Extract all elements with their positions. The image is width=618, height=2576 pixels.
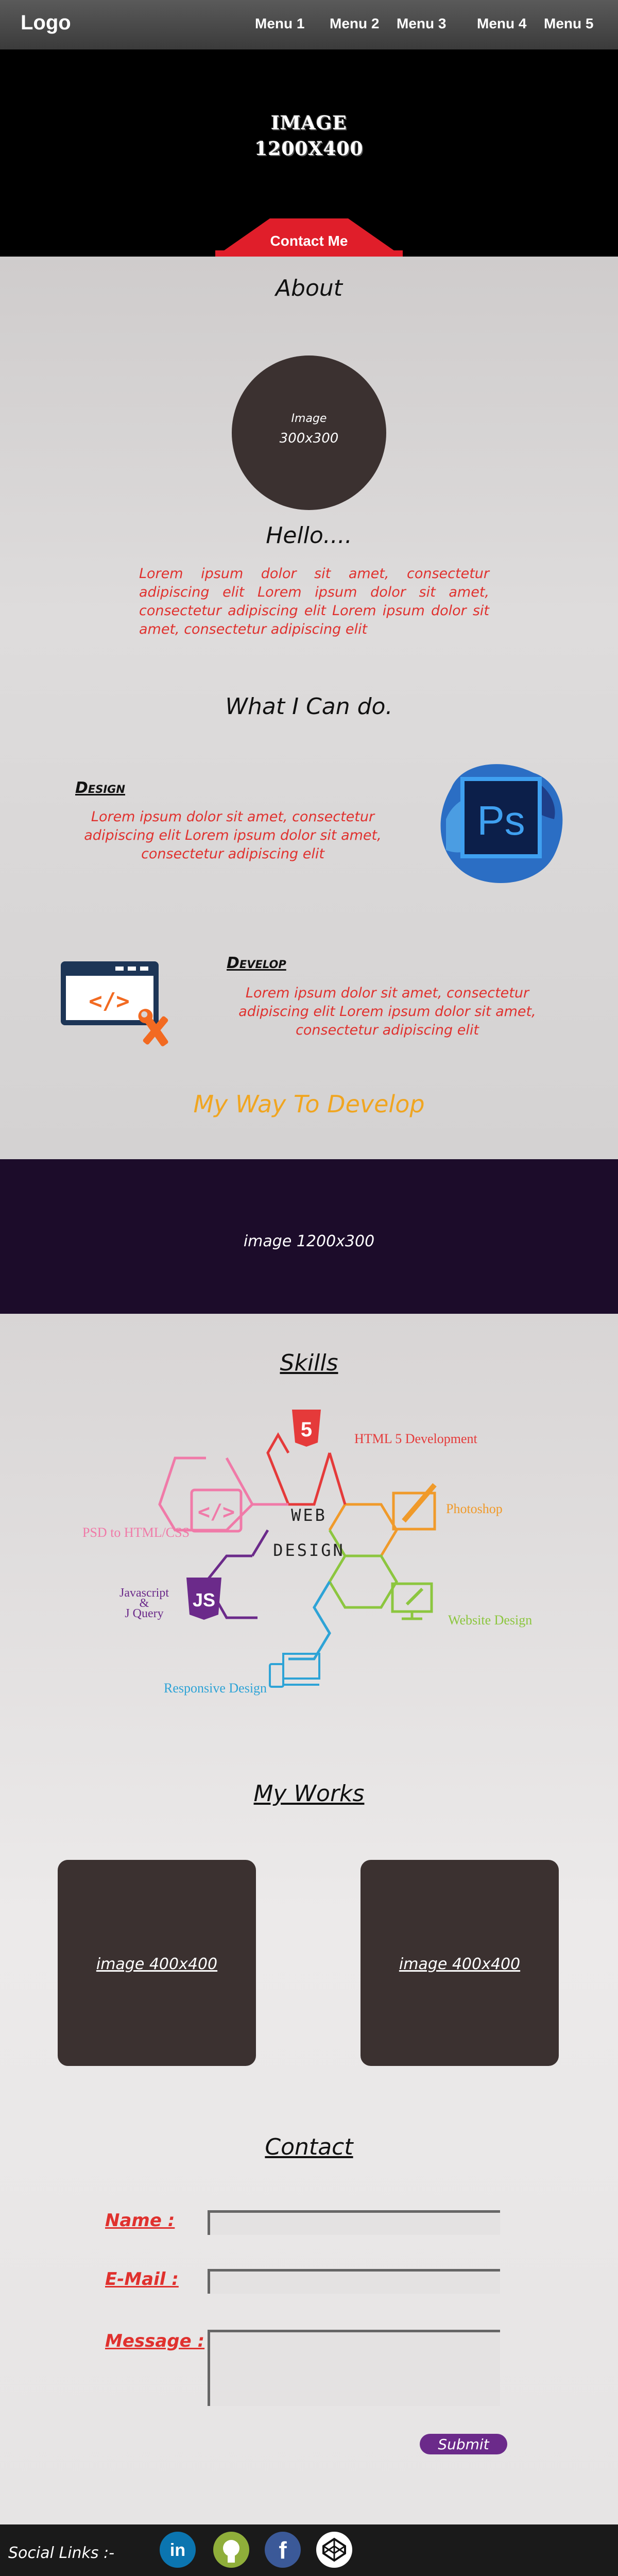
submit-button[interactable]: Submit [420,2434,507,2454]
menu-item-5[interactable]: Menu 5 [544,15,593,32]
skill-responsive-design: Responsive Design [164,1681,267,1696]
name-label: Name : [105,2210,175,2231]
about-title: About [275,275,343,301]
email-label: E-Mail : [105,2269,179,2290]
capabilities-title: What I Can do. [225,693,393,720]
menu-item-4[interactable]: Menu 4 [477,15,526,32]
svg-text:</>: </> [198,1500,235,1524]
facebook-icon[interactable]: f [265,2532,301,2568]
skill-website-design: Website Design [448,1613,533,1628]
hero-label-line1: IMAGE [271,112,347,134]
develop-text: Lorem ipsum dolor sit amet, consectetur … [238,985,536,1038]
photoshop-icon: Ps [440,764,563,883]
message-label: Message : [105,2331,205,2351]
skills-title: Skills [280,1350,338,1376]
profile-image-label-line2: 300x300 [279,431,339,446]
profile-image-label-line1: Image [291,412,327,425]
message-field[interactable] [208,2330,500,2406]
svg-text:f: f [279,2537,287,2564]
logo[interactable]: Logo [21,11,71,35]
svg-text:JS: JS [193,1589,215,1611]
contact-me-button[interactable]: Contact Me [0,233,618,249]
skills-center-line2: DESIGN [273,1540,345,1560]
social-links-label: Social Links :- [8,2544,115,2562]
design-title: Design [75,779,125,797]
banner-label: image 1200x300 [243,1232,375,1250]
skills-center-line1: WEB [291,1505,327,1525]
svg-text:Ps: Ps [477,798,525,843]
email-field[interactable] [208,2269,500,2294]
about-text: Lorem ipsum dolor sit amet, consectetur … [139,566,489,637]
design-text: Lorem ipsum dolor sit amet, consectetur … [84,809,382,862]
develop-title: Develop [227,954,286,972]
skill-html5: HTML 5 Development [354,1431,477,1446]
svg-text:5: 5 [301,1418,312,1441]
contact-title: Contact [265,2134,353,2160]
svg-text:in: in [170,2540,185,2560]
tagline: My Way To Develop [193,1090,425,1118]
svg-text:</>: </> [89,988,129,1014]
name-field[interactable] [208,2210,500,2235]
works-title: My Works [253,1781,365,1807]
hero-label-line2: 1200X400 [254,138,364,160]
about-greeting: Hello.... [266,522,352,549]
skill-javascript: Javascript & J Query [119,1586,169,1620]
skill-photoshop: Photoshop [446,1501,503,1516]
work-item-2-label: image 400x400 [399,1955,521,1973]
linkedin-icon[interactable]: in [160,2532,196,2568]
github-icon[interactable] [213,2532,249,2568]
menu-item-1[interactable]: Menu 1 [255,15,304,32]
code-window-icon: </> [61,961,168,1046]
menu-item-3[interactable]: Menu 3 [397,15,446,32]
codepen-icon[interactable] [316,2532,352,2568]
skill-psd-to-html: PSD to HTML/CSS [82,1525,190,1540]
work-item-1-label: image 400x400 [96,1955,218,1973]
menu-item-2[interactable]: Menu 2 [330,15,379,32]
